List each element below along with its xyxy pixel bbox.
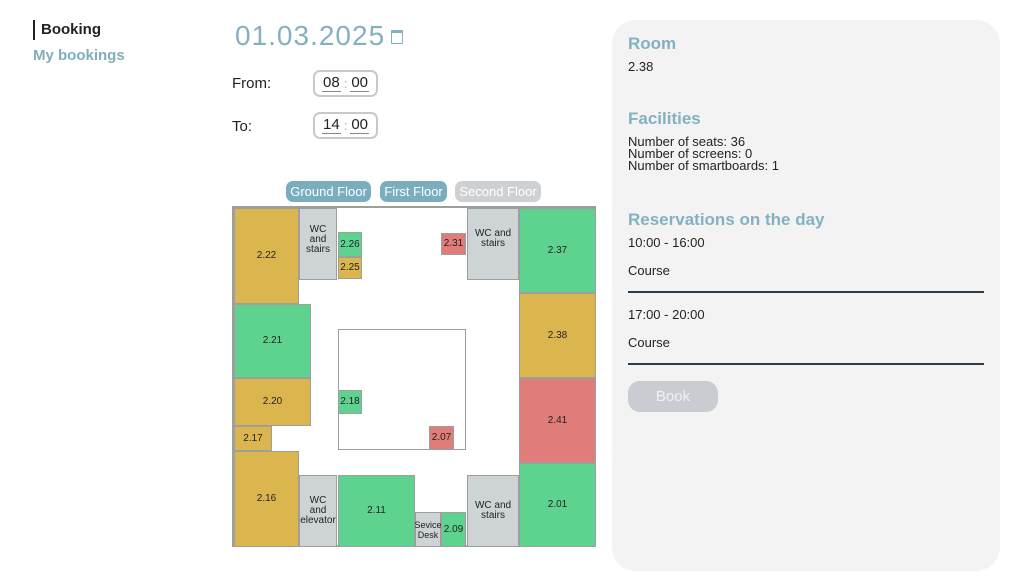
room-2-16[interactable]: 2.16 bbox=[234, 451, 299, 547]
room-2-07[interactable]: 2.07 bbox=[429, 426, 454, 450]
service-desk: Sevice Desk bbox=[415, 512, 442, 547]
room-value: 2.38 bbox=[628, 59, 654, 74]
floor-plan: 2.22 WC and stairs 2.26 2.25 2.31 WC and… bbox=[232, 206, 596, 547]
room-2-25[interactable]: 2.25 bbox=[338, 257, 362, 279]
nav-my-bookings[interactable]: My bookings bbox=[33, 46, 125, 66]
reservation-time: 10:00 - 16:00 bbox=[628, 235, 705, 250]
wc-and-stairs: WC and stairs bbox=[299, 208, 337, 280]
room-2-22[interactable]: 2.22 bbox=[234, 208, 299, 304]
smartboards-count: Number of smartboards: 1 bbox=[628, 158, 780, 173]
tab-ground-floor[interactable]: Ground Floor bbox=[286, 181, 371, 202]
reservation-title: Course bbox=[628, 263, 670, 278]
wc-and-stairs: WC and stairs bbox=[467, 475, 519, 547]
room-2-17[interactable]: 2.17 bbox=[234, 426, 272, 451]
to-time-input[interactable]: 14 : 00 bbox=[313, 112, 378, 139]
from-time-input[interactable]: 08 : 00 bbox=[313, 70, 378, 97]
room-2-31[interactable]: 2.31 bbox=[441, 233, 466, 255]
to-minutes[interactable]: 00 bbox=[350, 117, 369, 134]
room-2-37[interactable]: 2.37 bbox=[519, 208, 596, 293]
tab-second-floor[interactable]: Second Floor bbox=[455, 181, 541, 202]
room-2-11[interactable]: 2.11 bbox=[338, 475, 415, 547]
from-hours[interactable]: 08 bbox=[322, 75, 341, 92]
wc-and-elevator: WC and elevator bbox=[299, 475, 337, 547]
facilities-heading: Facilities bbox=[628, 109, 701, 128]
nav-booking[interactable]: Booking bbox=[33, 20, 125, 40]
room-2-38[interactable]: 2.38 bbox=[519, 293, 596, 378]
side-nav: Booking My bookings bbox=[33, 20, 125, 72]
time-separator: : bbox=[343, 118, 348, 133]
tab-first-floor[interactable]: First Floor bbox=[380, 181, 447, 202]
room-details-panel: Room 2.38 Facilities Number of seats: 36… bbox=[612, 20, 1000, 571]
wc-and-stairs: WC and stairs bbox=[467, 208, 519, 280]
room-2-26[interactable]: 2.26 bbox=[338, 232, 362, 257]
room-2-41[interactable]: 2.41 bbox=[519, 378, 596, 463]
date-picker[interactable]: 01.03.2025 bbox=[235, 20, 404, 52]
room-2-09[interactable]: 2.09 bbox=[441, 512, 466, 547]
reservation-title: Course bbox=[628, 335, 670, 350]
from-label: From: bbox=[232, 75, 272, 92]
from-minutes[interactable]: 00 bbox=[350, 75, 369, 92]
room-heading: Room bbox=[628, 34, 677, 53]
room-2-21[interactable]: 2.21 bbox=[234, 304, 311, 378]
reservations-heading: Reservations on the day bbox=[628, 210, 825, 229]
date-value: 01.03.2025 bbox=[235, 20, 386, 51]
time-separator: : bbox=[343, 76, 348, 91]
room-2-01[interactable]: 2.01 bbox=[519, 463, 596, 547]
reservation-divider bbox=[628, 363, 984, 365]
to-label: To: bbox=[232, 118, 253, 135]
calendar-icon[interactable] bbox=[391, 30, 404, 44]
room-2-20[interactable]: 2.20 bbox=[234, 378, 311, 426]
room-2-18[interactable]: 2.18 bbox=[338, 390, 362, 414]
book-button[interactable]: Book bbox=[628, 381, 718, 412]
to-hours[interactable]: 14 bbox=[322, 117, 341, 134]
reservation-time: 17:00 - 20:00 bbox=[628, 307, 705, 322]
reservation-divider bbox=[628, 291, 984, 293]
